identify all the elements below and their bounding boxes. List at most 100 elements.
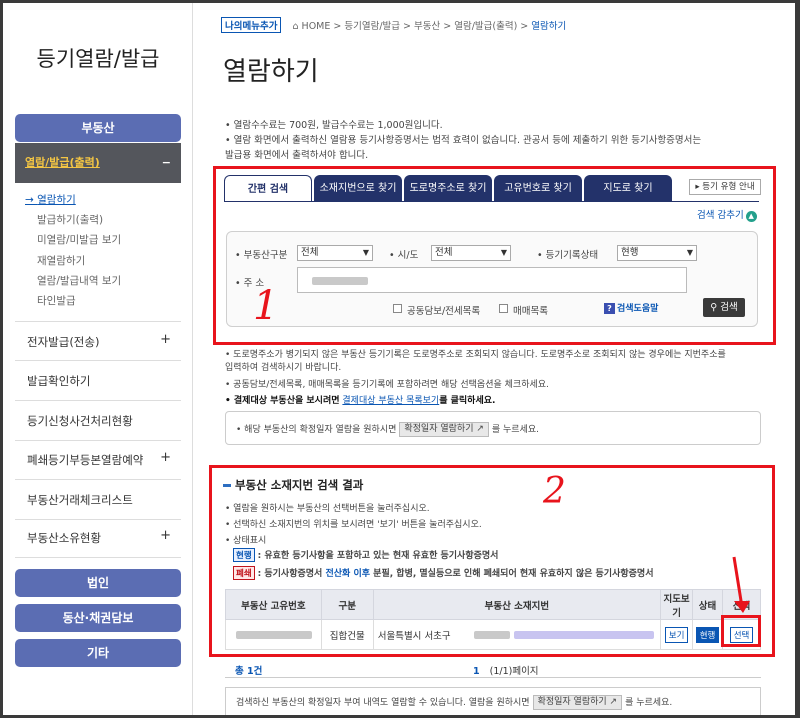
tab-simple-search[interactable]: 간편 검색 bbox=[224, 175, 312, 202]
sidebar-item-issue-check[interactable]: 발급확인하기 bbox=[15, 361, 181, 401]
chevron-down-icon: ▼ bbox=[686, 248, 693, 257]
sidebar-sub-view[interactable]: → 열람하기 bbox=[25, 192, 76, 207]
tab-unique-number[interactable]: 고유번호로 찾기 bbox=[494, 175, 582, 202]
sidebar-section-view-issue[interactable]: 열람/발급(출력) − bbox=[15, 143, 181, 183]
status-badge: 현행 bbox=[233, 548, 255, 562]
sidebar-sub-history[interactable]: 열람/발급내역 보기 bbox=[37, 273, 121, 288]
joint-collateral-label: 공동담보/전세목록 bbox=[407, 306, 481, 317]
sidebar-etc-pill[interactable]: 기타 bbox=[15, 639, 181, 667]
col-unique-number: 부동산 고유번호 bbox=[225, 589, 322, 620]
sidebar: 등기열람/발급 부동산 열람/발급(출력) − → 열람하기 발급하기(출력) … bbox=[3, 3, 193, 715]
total-count: 총 1건 bbox=[235, 666, 263, 677]
hide-search-toggle[interactable]: 검색 감추기 ▲ bbox=[697, 207, 757, 222]
cell-address: 서울특별시 서초구 bbox=[372, 619, 662, 650]
cell-unique-number bbox=[225, 619, 322, 650]
status-badge: 현행 bbox=[695, 626, 720, 643]
search-help-button[interactable]: ? 검색도움말 bbox=[604, 301, 658, 314]
chevron-up-icon: ▲ bbox=[745, 211, 757, 222]
notice-line: • 열람 화면에서 출력하신 열람용 등기사항증명서는 법적 효력이 없습니다.… bbox=[225, 135, 702, 146]
expand-icon: + bbox=[160, 528, 171, 543]
table-row: 집합건물 서울특별시 서초구 보기 현행 선택 bbox=[225, 619, 761, 650]
sidebar-sub-review[interactable]: 재열람하기 bbox=[37, 253, 85, 268]
notice-line: • 열람수수료는 700원, 발급수수료는 1,000원입니다. bbox=[225, 120, 443, 131]
type-label: • 부동산구분 bbox=[235, 250, 288, 261]
status-select[interactable]: 현행 ▼ bbox=[617, 245, 697, 261]
info-line-payment: • 결제대상 부동산을 보시려면 결제대상 부동산 목록보기를 클릭하세요. bbox=[225, 396, 496, 406]
result-line: • 열람을 원하시는 부동산의 선택버튼을 눌러주십시오. bbox=[225, 504, 430, 514]
map-view-button[interactable]: 보기 bbox=[664, 626, 689, 643]
sidebar-item-case-status[interactable]: 등기신청사건처리현황 bbox=[15, 401, 181, 441]
my-menu-add-button[interactable]: 나의메뉴추가 bbox=[221, 17, 282, 33]
result-line: • 선택하신 소재지번의 위치를 보시려면 '보기' 버튼을 눌러주십시오. bbox=[225, 520, 482, 530]
bottom-confirm-button[interactable]: 확정일자 열람하기 ↗ bbox=[532, 695, 623, 710]
sidebar-item-ownership[interactable]: 부동산소유현황 + bbox=[15, 518, 181, 558]
sidebar-item-e-issue[interactable]: 전자발급(전송) + bbox=[15, 321, 181, 361]
result-line: • 상태표시 bbox=[225, 536, 267, 546]
sidebar-movable-pill[interactable]: 동산·채권담보 bbox=[15, 604, 181, 632]
breadcrumb: 나의메뉴추가 ⌂ HOME > 등기열람/발급 > 부동산 > 열람/발급(출력… bbox=[221, 17, 566, 33]
result-title: 부동산 소재지번 검색 결과 bbox=[223, 477, 363, 493]
tab-road-search[interactable]: 도로명주소로 찾기 bbox=[404, 175, 492, 202]
sidebar-sub-issue[interactable]: 발급하기(출력) bbox=[37, 212, 103, 227]
cell-kind: 집합건물 bbox=[320, 619, 374, 650]
expand-icon: + bbox=[160, 450, 171, 465]
chevron-down-icon: ▼ bbox=[500, 248, 507, 257]
sidebar-real-estate-pill[interactable]: 부동산 bbox=[15, 114, 181, 142]
pagination: 1 (1/1)페이지 bbox=[473, 666, 539, 677]
annotation-arrow-icon bbox=[732, 556, 750, 613]
sidebar-item-checklist[interactable]: 부동산거래체크리스트 bbox=[15, 480, 181, 520]
info-line: • 도로명주소가 병기되지 않은 부동산 등기기록은 도로명주소로 조회되지 않… bbox=[225, 350, 726, 360]
status-legend-current: 현행: 유효한 등기사항을 포함하고 있는 현재 유효한 등기사항증명서 bbox=[233, 548, 498, 562]
region-select[interactable]: 전체 ▼ bbox=[431, 245, 511, 261]
browser-page: 등기열람/발급 부동산 열람/발급(출력) − → 열람하기 발급하기(출력) … bbox=[3, 3, 795, 715]
sidebar-corporation-pill[interactable]: 법인 bbox=[15, 569, 181, 597]
info-line: 입력하여 검색하시기 바랍니다. bbox=[225, 363, 342, 373]
cell-state: 현행 bbox=[692, 619, 724, 650]
search-tabs: 간편 검색 소재지번으로 찾기 도로명주소로 찾기 고유번호로 찾기 지도로 찾… bbox=[224, 175, 674, 202]
address-input[interactable] bbox=[297, 267, 687, 293]
col-address: 부동산 소재지번 bbox=[372, 589, 662, 620]
sidebar-title: 등기열람/발급 bbox=[36, 47, 160, 71]
confirm-date-button[interactable]: 확정일자 열람하기 ↗ bbox=[399, 422, 489, 437]
collapse-icon: − bbox=[161, 156, 171, 169]
sidebar-item-closed-reservation[interactable]: 폐쇄등기부등본열람예약 + bbox=[15, 440, 181, 480]
col-state: 상태 bbox=[692, 589, 724, 620]
sidebar-section-label: 열람/발급(출력) bbox=[25, 156, 100, 169]
page-title: 열람하기 bbox=[223, 57, 319, 87]
info-line: • 공동담보/전세목록, 매매목록을 등기기록에 포함하려면 해당 선택옵션을 … bbox=[225, 380, 549, 390]
tab-lot-search[interactable]: 소재지번으로 찾기 bbox=[314, 175, 402, 202]
search-button[interactable]: ⚲ 검색 bbox=[703, 298, 745, 317]
status-label: • 등기기록상태 bbox=[537, 250, 599, 261]
col-map: 지도보기 bbox=[660, 589, 694, 620]
region-label: • 시/도 bbox=[389, 250, 419, 261]
home-icon[interactable]: ⌂ bbox=[292, 21, 298, 32]
trade-list-checkbox[interactable] bbox=[499, 304, 508, 313]
payment-list-link[interactable]: 결제대상 부동산 목록보기 bbox=[342, 396, 439, 406]
notice-line: 발급용 화면에서 출력하셔야 합니다. bbox=[225, 150, 369, 161]
sidebar-sub-unviewed[interactable]: 미열람/미발급 보기 bbox=[37, 232, 121, 247]
search-icon: ⚲ bbox=[710, 302, 718, 313]
annotation-select-box bbox=[721, 615, 761, 647]
page-number[interactable]: 1 bbox=[473, 666, 480, 677]
joint-collateral-checkbox[interactable] bbox=[393, 304, 402, 313]
confirm-date-box: • 해당 부동산의 확정일자 열람을 원하시면 확정일자 열람하기 ↗ 를 누르세요… bbox=[225, 411, 761, 445]
cell-map: 보기 bbox=[660, 619, 694, 650]
trade-list-label: 매매목록 bbox=[513, 306, 548, 317]
bottom-confirm-box: 검색하신 부동산의 확정일자 부여 내역도 열람할 수 있습니다. 열람을 원하… bbox=[225, 687, 761, 715]
tab-map-search[interactable]: 지도로 찾기 bbox=[584, 175, 672, 202]
status-badge: 폐쇄 bbox=[233, 566, 255, 580]
expand-icon: + bbox=[160, 332, 171, 347]
annotation-number-1: 1 bbox=[253, 283, 279, 329]
chevron-down-icon: ▼ bbox=[362, 248, 369, 257]
result-table: 부동산 고유번호 구분 부동산 소재지번 지도보기 상태 선택 집합건물 서울특… bbox=[225, 589, 761, 650]
breadcrumb-current: 열람하기 bbox=[531, 21, 567, 32]
sidebar-sub-other-issue[interactable]: 타인발급 bbox=[37, 293, 76, 308]
type-select[interactable]: 전체 ▼ bbox=[297, 245, 373, 261]
status-legend-closed: 폐쇄: 등기사항증명서 전산화 이후 분필, 합병, 멸실등으로 인해 폐쇄되어… bbox=[233, 566, 653, 580]
tab-divider bbox=[224, 201, 759, 202]
redacted-text bbox=[312, 277, 368, 285]
registry-type-guide-button[interactable]: ▸ 등기 유형 안내 bbox=[689, 179, 761, 195]
annotation-number-2: 2 bbox=[543, 471, 566, 512]
divider bbox=[225, 677, 761, 678]
table-header-row: 부동산 고유번호 구분 부동산 소재지번 지도보기 상태 선택 bbox=[225, 589, 761, 620]
